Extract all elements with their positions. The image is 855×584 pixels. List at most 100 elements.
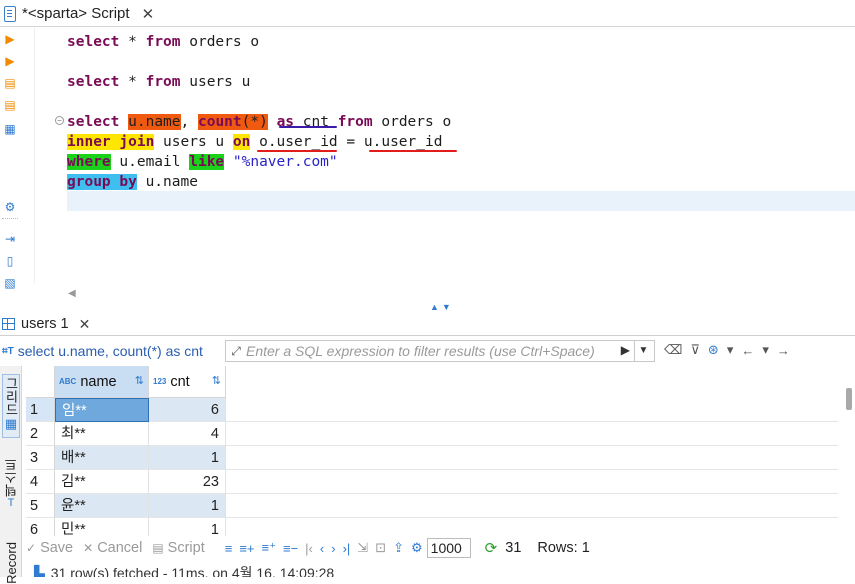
cell-cnt[interactable]: 1 bbox=[149, 446, 226, 470]
cell-name[interactable]: 윤** bbox=[55, 494, 149, 518]
tab-grid[interactable]: 그리드 ▦ bbox=[2, 374, 20, 438]
grid-corner[interactable] bbox=[26, 366, 55, 398]
cell-cnt[interactable]: 4 bbox=[149, 422, 226, 446]
export-data-icon[interactable]: ⇪ bbox=[393, 540, 404, 556]
fetch-next-icon[interactable]: ⇲ bbox=[357, 540, 368, 556]
tab-script-label: *<sparta> Script bbox=[22, 5, 130, 22]
results-grid[interactable]: ABC name ⇅ 123 cnt ⇅ 1 임** 6 2 최** 4 3 배… bbox=[26, 366, 838, 536]
text-icon: T bbox=[7, 497, 15, 509]
row-number[interactable]: 1 bbox=[26, 398, 55, 422]
execute-new-tab-icon[interactable]: ▶ bbox=[3, 54, 17, 68]
grid-vertical-scrollbar[interactable] bbox=[846, 388, 852, 410]
panel-splitter-icon[interactable]: ▲▼ bbox=[430, 302, 454, 312]
execute-script-new-tab-icon[interactable]: ▤ bbox=[3, 98, 17, 112]
column-header-name[interactable]: ABC name ⇅ bbox=[55, 366, 149, 398]
next-page-icon[interactable]: › bbox=[331, 541, 335, 556]
sql-editor[interactable]: select * from orders o select * from use… bbox=[34, 28, 855, 283]
cell-cnt[interactable]: 6 bbox=[149, 398, 226, 422]
editor-horizontal-scrollbar[interactable]: ◀ bbox=[62, 288, 855, 300]
sort-filter-icon[interactable]: ⇅ bbox=[212, 374, 221, 387]
row-number[interactable]: 2 bbox=[26, 422, 55, 446]
row-number[interactable]: 6 bbox=[26, 518, 55, 536]
settings-icon[interactable]: ⚙ bbox=[3, 200, 17, 214]
export-icon[interactable]: ⇥ bbox=[3, 232, 17, 246]
back-icon[interactable]: ← bbox=[741, 343, 754, 358]
table-row[interactable]: 3 배** 1 bbox=[26, 446, 838, 470]
link-icon[interactable]: ⊛ bbox=[708, 342, 719, 358]
copy-row-icon[interactable]: ≡⁺ bbox=[262, 540, 276, 556]
tab-script[interactable]: *<sparta> Script ✕ bbox=[0, 0, 160, 27]
code-line-2: select * from users u bbox=[67, 74, 251, 90]
edit-row-icon[interactable]: ≡ bbox=[225, 541, 233, 556]
table-row[interactable]: 4 김** 23 bbox=[26, 470, 838, 494]
forward-icon[interactable]: → bbox=[777, 343, 790, 358]
close-icon[interactable]: ✕ bbox=[142, 5, 155, 23]
cell-name[interactable]: 민** bbox=[55, 518, 149, 536]
cell-name[interactable]: 김** bbox=[55, 470, 149, 494]
editor-action-gutter: ▶ ▶ ▤ ▤ ▦ ⚙ ⇥ ▯ ▧ bbox=[0, 28, 22, 308]
sql-text-icon: ⌗T bbox=[2, 345, 14, 357]
row-number[interactable]: 4 bbox=[26, 470, 55, 494]
status-text: 31 row(s) fetched - 11ms, on 4월 16, 14:0… bbox=[50, 565, 335, 577]
close-icon[interactable]: ✕ bbox=[79, 316, 91, 333]
fetch-settings-icon[interactable]: ⚙ bbox=[411, 540, 423, 556]
result-limit-input[interactable]: 1000 bbox=[426, 538, 471, 558]
cell-cnt[interactable]: 1 bbox=[149, 518, 226, 536]
execute-statement-icon[interactable]: ▶ bbox=[3, 32, 17, 46]
row-filler bbox=[226, 494, 838, 518]
filter-placeholder: Enter a SQL expression to filter results… bbox=[246, 343, 595, 359]
filter-tools: ⌫ ⊽ ⊛ ▾ ← ▾ → bbox=[664, 342, 790, 358]
add-row-icon[interactable]: ≡+ bbox=[239, 541, 254, 556]
delete-row-icon[interactable]: ≡− bbox=[283, 541, 298, 556]
results-toolbar: ✓ Save ✕ Cancel ▤ Script ≡ ≡+ ≡⁺ ≡− |‹ ‹ › … bbox=[26, 537, 855, 559]
column-header-cnt[interactable]: 123 cnt ⇅ bbox=[149, 366, 226, 398]
cancel-button[interactable]: ✕ Cancel bbox=[83, 540, 142, 556]
filter-history-dropdown-icon[interactable]: ▼ bbox=[634, 341, 652, 361]
row-filler bbox=[226, 446, 838, 470]
fold-toggle-icon[interactable]: − bbox=[55, 116, 64, 125]
apply-filter-icon[interactable]: ▶ bbox=[621, 343, 630, 357]
scroll-left-icon[interactable]: ◀ bbox=[68, 288, 76, 299]
status-bar: ▙ 31 row(s) fetched - 11ms, on 4월 16, 14:… bbox=[26, 562, 855, 577]
tab-text[interactable]: 텍스트 T bbox=[2, 458, 20, 522]
row-filler bbox=[226, 398, 838, 422]
cell-cnt[interactable]: 1 bbox=[149, 494, 226, 518]
load-script-icon[interactable]: ▧ bbox=[3, 276, 17, 290]
expand-icon[interactable]: ⤢ bbox=[226, 344, 246, 359]
table-row[interactable]: 2 최** 4 bbox=[26, 422, 838, 446]
filter-input[interactable]: ⤢ Enter a SQL expression to filter resul… bbox=[225, 340, 655, 362]
code-line-6: group by u.name bbox=[67, 174, 198, 190]
table-row[interactable]: 6 민** 1 bbox=[26, 518, 838, 536]
cell-name[interactable]: 임** bbox=[55, 398, 149, 422]
table-row[interactable]: 5 윤** 1 bbox=[26, 494, 838, 518]
filter-bar: ⌗T select u.name, count(*) as cnt ⤢ Ente… bbox=[0, 338, 855, 364]
tab-record[interactable]: Record bbox=[2, 542, 20, 584]
filter-settings-icon[interactable]: ⊽ bbox=[690, 342, 700, 358]
code-line-4: inner join users u on o.user_id = u.user… bbox=[67, 134, 443, 150]
code-line-1: select * from orders o bbox=[67, 34, 260, 50]
row-number[interactable]: 5 bbox=[26, 494, 55, 518]
table-row[interactable]: 1 임** 6 bbox=[26, 398, 838, 422]
explain-plan-icon[interactable]: ▦ bbox=[3, 122, 17, 136]
first-page-icon[interactable]: |‹ bbox=[305, 541, 313, 556]
refresh-icon[interactable]: ⟳ bbox=[485, 539, 498, 557]
execute-script-icon[interactable]: ▤ bbox=[3, 76, 17, 90]
query-text-label: ⌗T select u.name, count(*) as cnt bbox=[2, 343, 203, 359]
previous-page-icon[interactable]: ‹ bbox=[320, 541, 324, 556]
script-button[interactable]: ▤ Script bbox=[152, 540, 204, 556]
last-page-icon[interactable]: ›| bbox=[343, 541, 351, 556]
new-script-icon[interactable]: ▯ bbox=[3, 254, 17, 268]
clear-filter-icon[interactable]: ⌫ bbox=[664, 342, 682, 358]
tab-results-users[interactable]: users 1 ✕ bbox=[2, 312, 90, 336]
rows-count-label: Rows: 1 bbox=[537, 540, 590, 556]
sort-filter-icon[interactable]: ⇅ bbox=[135, 374, 144, 387]
back-dropdown-icon[interactable]: ▾ bbox=[762, 342, 769, 358]
link-dropdown-icon[interactable]: ▾ bbox=[727, 342, 734, 358]
cell-name[interactable]: 배** bbox=[55, 446, 149, 470]
cell-name[interactable]: 최** bbox=[55, 422, 149, 446]
grid-header: ABC name ⇅ 123 cnt ⇅ bbox=[26, 366, 226, 398]
fetch-all-icon[interactable]: ⊡ bbox=[375, 540, 386, 556]
row-number[interactable]: 3 bbox=[26, 446, 55, 470]
cell-cnt[interactable]: 23 bbox=[149, 470, 226, 494]
save-button[interactable]: ✓ Save bbox=[26, 540, 73, 556]
